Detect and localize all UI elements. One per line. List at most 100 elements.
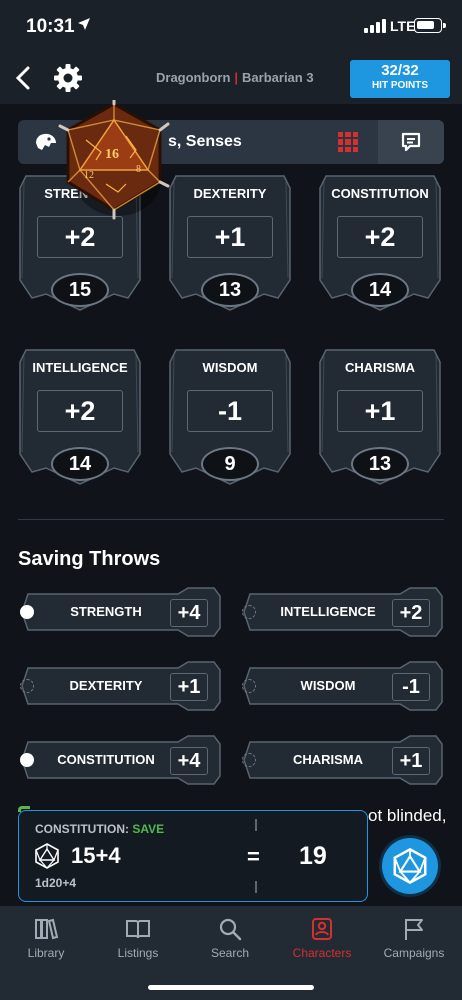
roll-equals: = [247,844,260,869]
saving-throw-row[interactable]: CHARISMA +1 [240,734,444,786]
nav-label: Search [210,946,250,960]
flag-icon [405,919,423,940]
chat-button[interactable] [378,120,444,164]
ability-modifier: +2 [37,390,123,432]
nav-listings[interactable]: Listings [92,916,184,960]
ability-score: 13 [351,447,409,481]
hit-points-value: 32/32 [381,62,419,79]
ability-name: WISDOM [202,360,258,375]
saving-throw-row[interactable]: WISDOM -1 [240,660,444,712]
signal-icon [364,19,386,33]
network-type: LTE [390,18,416,34]
saving-throw-row[interactable]: STRENGTH +4 [18,586,222,638]
roll-divider-top [255,819,257,831]
character-class: Barbarian 3 [242,70,314,85]
svg-text:12: 12 [84,170,94,181]
nav-label: Campaigns [383,946,445,960]
ability-card[interactable]: CHARISMA +1 13 [318,346,442,486]
nav-library[interactable]: Library [0,916,92,960]
character-summary: Dragonborn | Barbarian 3 [156,70,314,85]
nav-campaigns[interactable]: Campaigns [368,916,460,960]
status-bar: 10:31 LTE [0,0,462,52]
proficiency-indicator [20,679,34,693]
saving-throw-bonus: +4 [170,599,208,627]
saving-throw-name: DEXTERITY [69,678,143,693]
proficiency-indicator [20,753,34,767]
roll-history-marker [18,806,30,812]
svg-text:16: 16 [105,147,119,162]
nav-label: Library [27,946,65,960]
roll-result-card[interactable]: CONSTITUTION: SAVE 15+4 1d20+4 = 19 [18,810,368,902]
saving-throw-row[interactable]: DEXTERITY +1 [18,660,222,712]
nav-label: Listings [117,946,159,960]
back-button[interactable] [10,62,38,94]
ability-score: 14 [51,447,109,481]
saving-throw-bonus: +1 [170,673,208,701]
ability-score: 14 [351,273,409,307]
hit-points-label: HIT POINTS [371,80,429,91]
saving-throw-name: INTELLIGENCE [280,604,376,619]
saving-throw-name: STRENGTH [70,604,142,619]
chevron-left-icon [15,66,30,90]
ability-name: DEXTERITY [193,186,267,201]
hit-points-button[interactable]: 32/32 HIT POINTS [350,60,450,98]
character-race: Dragonborn [156,70,231,85]
gear-icon [54,64,82,92]
nav-label: Characters [292,946,352,960]
search-icon [219,918,242,941]
saving-throw-bonus: +1 [392,747,430,775]
saving-throw-row[interactable]: INTELLIGENCE +2 [240,586,444,638]
roll-divider-bottom [255,881,257,893]
ability-card[interactable]: WISDOM -1 9 [168,346,292,486]
saving-throw-bonus: -1 [392,673,430,701]
section-grid-icon[interactable] [338,132,358,152]
character-header: Dragonborn | Barbarian 3 32/32 HIT POINTS [0,52,462,104]
ability-name: CHARISMA [344,360,416,375]
nav-characters[interactable]: Characters [276,916,368,960]
saving-throw-bonus: +4 [170,747,208,775]
roll-ability: CONSTITUTION: [35,822,129,836]
d20-icon [393,848,427,884]
ability-name: CONSTITUTION [331,186,429,201]
settings-button[interactable] [52,62,84,94]
ability-modifier: -1 [187,390,273,432]
ability-card[interactable]: INTELLIGENCE +2 14 [18,346,142,486]
d20-icon [35,843,59,869]
ability-card[interactable]: CONSTITUTION +2 14 [318,172,442,312]
roll-total: 19 [299,842,327,870]
ability-score: 9 [201,447,259,481]
dragon-head-icon[interactable] [34,131,58,153]
library-icon [35,918,59,940]
d20-die-icon: 16 12 8 [58,98,170,220]
location-arrow-icon [77,17,91,34]
character-icon [312,918,332,940]
saving-throw-row[interactable]: CONSTITUTION +4 [18,734,222,786]
saving-throws-title: Saving Throws [18,548,161,570]
svg-text:8: 8 [136,164,141,175]
roll-formula: 1d20+4 [35,876,77,890]
dice-roller-button[interactable] [382,838,438,894]
background-description-text: ot blinded, [368,806,447,825]
battery-icon [414,18,446,33]
home-indicator [148,985,314,990]
ability-score: 13 [201,273,259,307]
rolling-d20-die: 16 12 8 [56,98,176,220]
ability-modifier: +1 [337,390,423,432]
ability-card[interactable]: DEXTERITY +1 13 [168,172,292,312]
status-time: 10:31 [26,16,75,37]
ability-modifier: +2 [337,216,423,258]
ability-modifier: +1 [187,216,273,258]
proficiency-indicator [242,753,256,767]
saving-throw-name: CHARISMA [292,752,364,767]
roll-label: CONSTITUTION: SAVE [35,822,164,836]
ability-score: 15 [51,273,109,307]
roll-type: SAVE [132,822,165,836]
nav-search[interactable]: Search [184,916,276,960]
ability-name: INTELLIGENCE [32,360,128,375]
proficiency-indicator [20,605,34,619]
section-tab-label[interactable]: s, Senses [168,133,242,151]
title-separator: | [234,70,239,85]
book-icon [126,920,150,939]
roll-expression: 15+4 [71,843,121,868]
proficiency-indicator [242,605,256,619]
